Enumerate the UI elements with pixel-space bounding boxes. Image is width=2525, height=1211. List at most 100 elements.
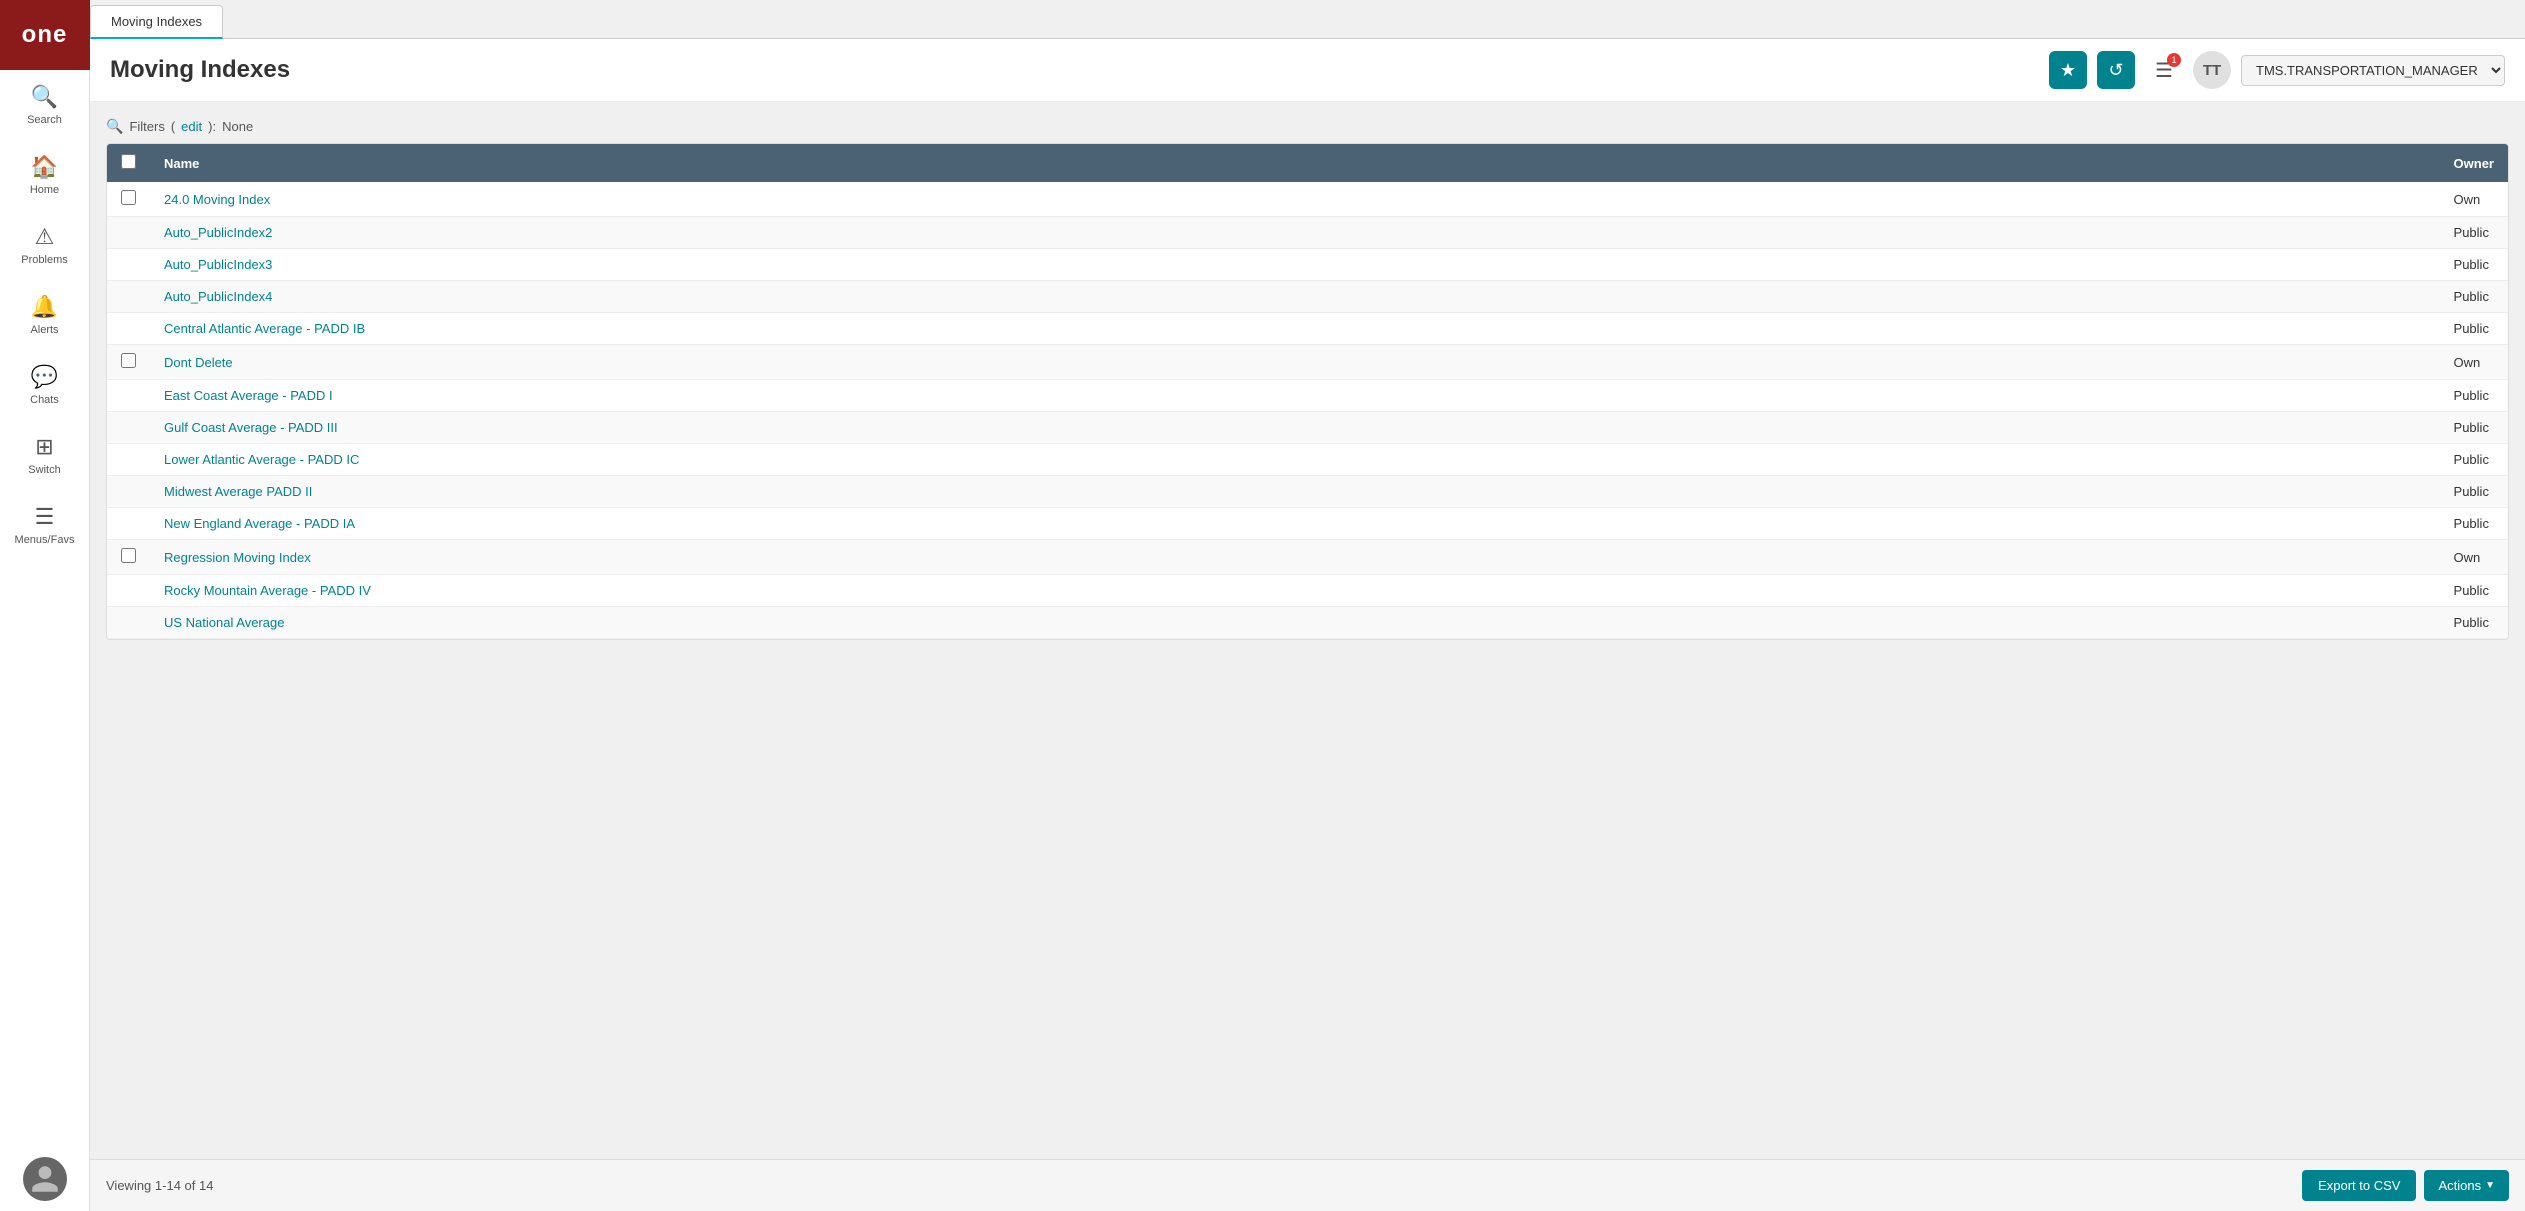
row-name-cell: Gulf Coast Average - PADD III bbox=[150, 412, 2440, 444]
row-name-cell: Dont Delete bbox=[150, 345, 2440, 380]
refresh-button[interactable]: ↺ bbox=[2097, 51, 2135, 89]
row-owner-cell: Public bbox=[2440, 217, 2508, 249]
row-name-link[interactable]: Regression Moving Index bbox=[164, 550, 311, 565]
row-name-link[interactable]: Central Atlantic Average - PADD IB bbox=[164, 321, 365, 336]
select-all-header[interactable] bbox=[107, 144, 150, 182]
row-checkbox-cell[interactable] bbox=[107, 540, 150, 575]
filters-label: Filters bbox=[129, 119, 164, 134]
row-checkbox-cell[interactable] bbox=[107, 345, 150, 380]
sidebar-item-problems[interactable]: ⚠ Problems bbox=[0, 210, 89, 280]
row-owner-cell: Public bbox=[2440, 575, 2508, 607]
sidebar-item-menus[interactable]: ☰ Menus/Favs bbox=[0, 490, 89, 560]
table-row: East Coast Average - PADD IPublic bbox=[107, 380, 2508, 412]
sidebar-item-home[interactable]: 🏠 Home bbox=[0, 140, 89, 210]
row-owner-cell: Public bbox=[2440, 313, 2508, 345]
sidebar-item-label: Problems bbox=[21, 254, 67, 266]
row-checkbox[interactable] bbox=[121, 353, 136, 368]
sidebar-item-label: Search bbox=[27, 114, 62, 126]
row-name-cell: Auto_PublicIndex2 bbox=[150, 217, 2440, 249]
select-all-checkbox[interactable] bbox=[121, 154, 136, 169]
table-row: 24.0 Moving Index Own bbox=[107, 182, 2508, 217]
row-name-link[interactable]: Dont Delete bbox=[164, 355, 233, 370]
filter-icon: 🔍 bbox=[106, 118, 123, 135]
row-name-cell: East Coast Average - PADD I bbox=[150, 380, 2440, 412]
row-name-link[interactable]: Gulf Coast Average - PADD III bbox=[164, 420, 338, 435]
table-row: Regression Moving IndexOwn bbox=[107, 540, 2508, 575]
search-icon: 🔍 bbox=[31, 84, 58, 110]
row-name-cell: Lower Atlantic Average - PADD IC bbox=[150, 444, 2440, 476]
sidebar-item-label: Switch bbox=[28, 464, 60, 476]
sidebar-item-alerts[interactable]: 🔔 Alerts bbox=[0, 280, 89, 350]
caret-down-icon: ▼ bbox=[2485, 1180, 2495, 1191]
table-row: Gulf Coast Average - PADD III Public bbox=[107, 412, 2508, 444]
row-name-link[interactable]: Auto_PublicIndex3 bbox=[164, 257, 272, 272]
row-checkbox-cell[interactable] bbox=[107, 182, 150, 217]
chat-icon: 💬 bbox=[31, 364, 58, 390]
app-logo[interactable]: one bbox=[0, 0, 90, 70]
row-checkbox-cell[interactable] bbox=[107, 217, 150, 249]
row-checkbox-cell[interactable] bbox=[107, 508, 150, 540]
sidebar-item-label: Chats bbox=[30, 394, 59, 406]
actions-button[interactable]: Actions ▼ bbox=[2424, 1170, 2509, 1201]
row-name-link[interactable]: East Coast Average - PADD I bbox=[164, 388, 333, 403]
row-checkbox-cell[interactable] bbox=[107, 444, 150, 476]
row-owner-cell: Public bbox=[2440, 444, 2508, 476]
row-checkbox-cell[interactable] bbox=[107, 281, 150, 313]
moving-indexes-table: Name Owner 24.0 Moving IndexOwnAuto_Publ… bbox=[106, 143, 2509, 640]
person-icon bbox=[29, 1163, 61, 1195]
row-name-link[interactable]: 24.0 Moving Index bbox=[164, 192, 270, 207]
sidebar-item-chats[interactable]: 💬 Chats bbox=[0, 350, 89, 420]
favorite-button[interactable]: ★ bbox=[2049, 51, 2087, 89]
sidebar-item-label: Menus/Favs bbox=[15, 534, 75, 546]
row-owner-cell: Own bbox=[2440, 182, 2508, 217]
table-row: Auto_PublicIndex2 Public bbox=[107, 217, 2508, 249]
row-checkbox[interactable] bbox=[121, 190, 136, 205]
row-name-link[interactable]: Rocky Mountain Average - PADD IV bbox=[164, 583, 371, 598]
user-role-dropdown[interactable]: TMS.TRANSPORTATION_MANAGER bbox=[2241, 55, 2505, 86]
row-owner-cell: Public bbox=[2440, 281, 2508, 313]
user-avatar[interactable] bbox=[23, 1157, 67, 1201]
row-name-link[interactable]: Auto_PublicIndex4 bbox=[164, 289, 272, 304]
table-row: Auto_PublicIndex4 Public bbox=[107, 281, 2508, 313]
row-checkbox-cell[interactable] bbox=[107, 607, 150, 639]
tab-moving-indexes[interactable]: Moving Indexes bbox=[90, 5, 223, 39]
row-checkbox-cell[interactable] bbox=[107, 476, 150, 508]
row-name-cell: Central Atlantic Average - PADD IB bbox=[150, 313, 2440, 345]
row-checkbox-cell[interactable] bbox=[107, 313, 150, 345]
header-actions: ★ ↺ ☰ 1 TT TMS.TRANSPORTATION_MANAGER bbox=[2049, 51, 2505, 89]
main-content: Moving Indexes Moving Indexes ★ ↺ ☰ 1 TT… bbox=[90, 0, 2525, 1211]
row-checkbox[interactable] bbox=[121, 548, 136, 563]
switch-icon: ⊞ bbox=[35, 434, 53, 460]
row-name-link[interactable]: Lower Atlantic Average - PADD IC bbox=[164, 452, 359, 467]
page-footer: Viewing 1-14 of 14 Export to CSV Actions… bbox=[90, 1159, 2525, 1211]
table-header-row: Name Owner bbox=[107, 144, 2508, 182]
row-name-cell: Auto_PublicIndex4 bbox=[150, 281, 2440, 313]
menus-icon: ☰ bbox=[35, 504, 55, 530]
column-header-name: Name bbox=[150, 144, 2440, 182]
row-owner-cell: Public bbox=[2440, 607, 2508, 639]
export-csv-button[interactable]: Export to CSV bbox=[2302, 1170, 2416, 1201]
row-name-link[interactable]: New England Average - PADD IA bbox=[164, 516, 355, 531]
row-owner-cell: Public bbox=[2440, 249, 2508, 281]
content-area: 🔍 Filters ( edit ): None Name Owner bbox=[90, 102, 2525, 1159]
menu-button[interactable]: ☰ 1 bbox=[2145, 51, 2183, 89]
row-checkbox-cell[interactable] bbox=[107, 575, 150, 607]
row-checkbox-cell[interactable] bbox=[107, 380, 150, 412]
bell-icon: 🔔 bbox=[31, 294, 58, 320]
row-name-link[interactable]: Auto_PublicIndex2 bbox=[164, 225, 272, 240]
row-checkbox-cell[interactable] bbox=[107, 412, 150, 444]
filters-edit-link[interactable]: edit bbox=[181, 119, 202, 134]
filters-bar: 🔍 Filters ( edit ): None bbox=[106, 118, 2509, 135]
warning-icon: ⚠ bbox=[35, 224, 55, 250]
sidebar-item-search[interactable]: 🔍 Search bbox=[0, 70, 89, 140]
star-icon: ★ bbox=[2060, 60, 2076, 81]
row-owner-cell: Public bbox=[2440, 412, 2508, 444]
table-row: Auto_PublicIndex3 Public bbox=[107, 249, 2508, 281]
row-name-cell: Regression Moving Index bbox=[150, 540, 2440, 575]
row-name-link[interactable]: US National Average bbox=[164, 615, 284, 630]
row-name-link[interactable]: Midwest Average PADD II bbox=[164, 484, 312, 499]
table-header: Name Owner bbox=[107, 144, 2508, 182]
row-checkbox-cell[interactable] bbox=[107, 249, 150, 281]
row-name-cell: New England Average - PADD IA bbox=[150, 508, 2440, 540]
sidebar-item-switch[interactable]: ⊞ Switch bbox=[0, 420, 89, 490]
